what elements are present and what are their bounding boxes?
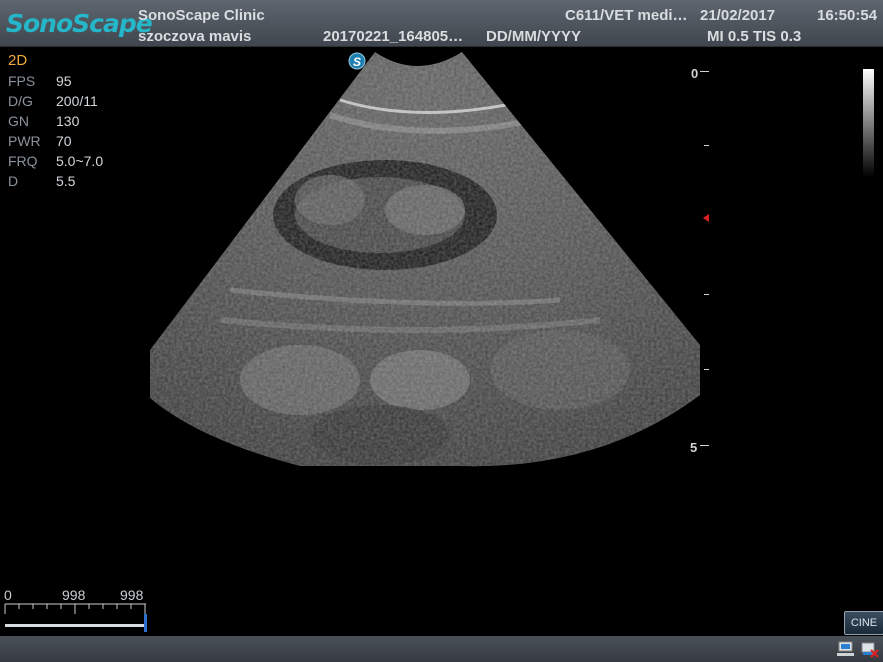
ultrasound-image: S bbox=[150, 52, 700, 467]
depth-label-bottom: 5 bbox=[690, 440, 698, 455]
param-value: 130 bbox=[56, 113, 80, 129]
param-label: PWR bbox=[8, 133, 41, 149]
exam-time: 16:50:54 bbox=[817, 7, 878, 24]
cine-ruler bbox=[4, 603, 147, 632]
usb-disconnected-icon bbox=[861, 642, 879, 658]
footer-bar bbox=[0, 636, 883, 662]
param-value: 5.5 bbox=[56, 173, 76, 189]
param-row-fps: FPS 95 bbox=[8, 73, 72, 89]
param-label: D/G bbox=[8, 93, 33, 109]
depth-tick bbox=[704, 369, 709, 370]
study-id: 20170221_164805… bbox=[323, 28, 464, 45]
exam-date: 21/02/2017 bbox=[700, 7, 776, 24]
param-label: GN bbox=[8, 113, 29, 129]
probe-marker-label: S bbox=[353, 55, 361, 69]
clinic-name: SonoScape Clinic bbox=[138, 7, 265, 24]
depth-tick bbox=[700, 445, 709, 446]
date-format: DD/MM/YYYY bbox=[486, 28, 582, 45]
imaging-mode: 2D bbox=[8, 52, 28, 69]
depth-tick bbox=[700, 71, 709, 72]
header-bar: SonoScape SonoScape Clinic szoczova mavi… bbox=[0, 0, 883, 47]
focus-marker-icon[interactable] bbox=[703, 214, 709, 222]
device-name: C611/VET medi… bbox=[565, 7, 688, 24]
param-row-dg: D/G 200/11 bbox=[8, 93, 98, 109]
brand-logo: SonoScape bbox=[6, 9, 153, 38]
param-row-gn: GN 130 bbox=[8, 113, 79, 129]
depth-tick bbox=[704, 294, 709, 295]
param-row-frq: FRQ 5.0~7.0 bbox=[8, 153, 103, 169]
cine-button[interactable]: CINE bbox=[844, 611, 883, 635]
param-row-depth: D 5.5 bbox=[8, 173, 75, 189]
param-label: FPS bbox=[8, 73, 36, 89]
param-value: 95 bbox=[56, 73, 72, 89]
network-icon bbox=[837, 641, 854, 656]
param-value: 70 bbox=[56, 133, 72, 149]
param-label: FRQ bbox=[8, 153, 38, 169]
cine-scale[interactable]: 0 998 998 bbox=[4, 586, 148, 636]
mi-tis-indices: MI 0.5 TIS 0.3 bbox=[707, 28, 802, 45]
patient-name: szoczova mavis bbox=[138, 28, 252, 45]
param-value: 5.0~7.0 bbox=[56, 153, 104, 169]
param-row-pwr: PWR 70 bbox=[8, 133, 72, 149]
depth-label-top: 0 bbox=[691, 66, 699, 81]
gray-map-bar bbox=[863, 69, 874, 177]
param-label: D bbox=[8, 173, 19, 189]
depth-tick bbox=[704, 145, 709, 146]
param-value: 200/11 bbox=[56, 93, 98, 109]
